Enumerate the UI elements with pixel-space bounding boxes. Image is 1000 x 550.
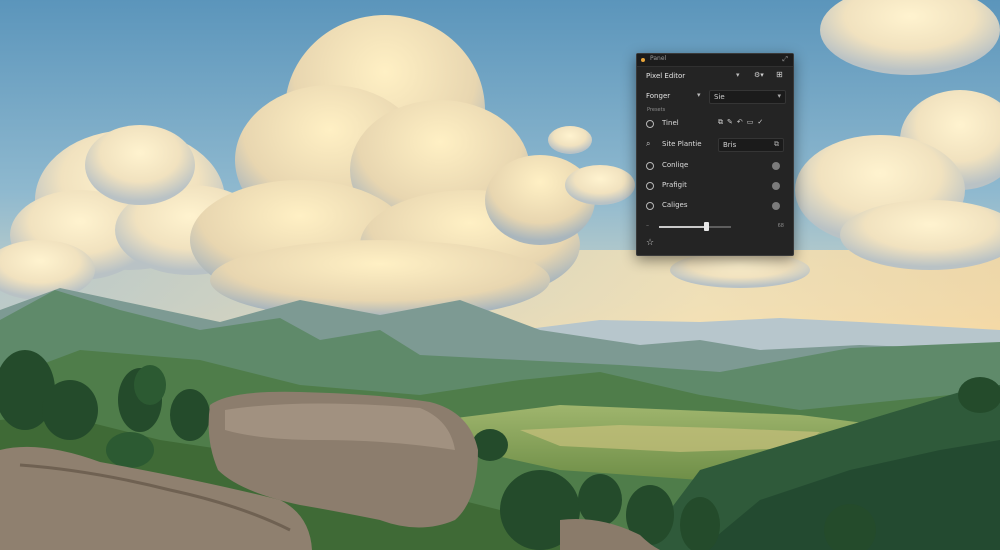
item-label: Site Plantie xyxy=(662,140,702,148)
toggle-dot[interactable] xyxy=(772,202,780,210)
chevron-down-icon: ▾ xyxy=(736,71,740,79)
preset-dropdown[interactable]: Pixel Editor ▾ ⚙▾ ⊞ xyxy=(646,70,786,83)
list-item-conliqe[interactable]: Conliqe xyxy=(646,160,786,174)
panel-titlebar[interactable]: Panel ⤢ xyxy=(637,54,793,67)
slider-fill xyxy=(659,226,706,228)
radio-button[interactable] xyxy=(646,162,654,170)
item-label: Conliqe xyxy=(662,161,689,169)
item-value: Bris xyxy=(723,141,737,149)
filter-select[interactable]: Sie ▾ xyxy=(709,90,786,104)
filter-row[interactable]: Fonger ▾ Sie ▾ xyxy=(646,90,786,104)
copy-icon[interactable]: ⧉ xyxy=(774,140,779,149)
panel-window-title: Panel xyxy=(650,55,667,62)
item-value-field[interactable]: Bris ⧉ xyxy=(718,138,784,152)
search-icon: ⌕ xyxy=(646,139,651,148)
star-icon[interactable]: ☆ xyxy=(646,238,654,248)
filter-value: Sie xyxy=(714,93,725,101)
close-icon[interactable]: ⤢ xyxy=(782,55,788,64)
radio-button[interactable] xyxy=(646,182,654,190)
slider-value: 68 xyxy=(777,223,784,229)
toggle-dot[interactable] xyxy=(772,162,780,170)
floating-panel: Panel ⤢ Pixel Editor ▾ ⚙▾ ⊞ Fonger ▾ Sie… xyxy=(636,53,794,256)
layout-icon[interactable]: ⊞ xyxy=(776,70,783,79)
item-label: Caliges xyxy=(662,201,688,209)
list-item-tinel[interactable]: Tinel ⧉✎↶▭✓ xyxy=(646,118,786,132)
chevron-down-icon: ▾ xyxy=(697,91,701,99)
settings-icon[interactable]: ⚙▾ xyxy=(754,71,764,79)
slider-min-marker: – xyxy=(646,222,649,229)
radio-button[interactable] xyxy=(646,120,654,128)
landscape-background xyxy=(0,0,1000,550)
section-label: Presets xyxy=(647,107,666,113)
list-item-prafigit[interactable]: Prafigit xyxy=(646,180,786,194)
item-label: Prafigit xyxy=(662,181,687,189)
tool-icons[interactable]: ⧉✎↶▭✓ xyxy=(718,118,767,127)
slider-handle[interactable] xyxy=(703,222,709,231)
toggle-dot[interactable] xyxy=(772,182,780,190)
item-label: Tinel xyxy=(662,119,679,127)
preset-dropdown-label: Pixel Editor xyxy=(646,72,686,80)
window-dot-icon[interactable] xyxy=(641,58,645,62)
list-item-caliges[interactable]: Caliges xyxy=(646,200,786,214)
list-item-site-plantie[interactable]: ⌕ Site Plantie Bris ⧉ xyxy=(646,138,786,153)
value-slider[interactable] xyxy=(659,222,731,231)
filter-label: Fonger xyxy=(646,92,671,100)
chevron-down-icon: ▾ xyxy=(777,92,781,100)
radio-button[interactable] xyxy=(646,202,654,210)
